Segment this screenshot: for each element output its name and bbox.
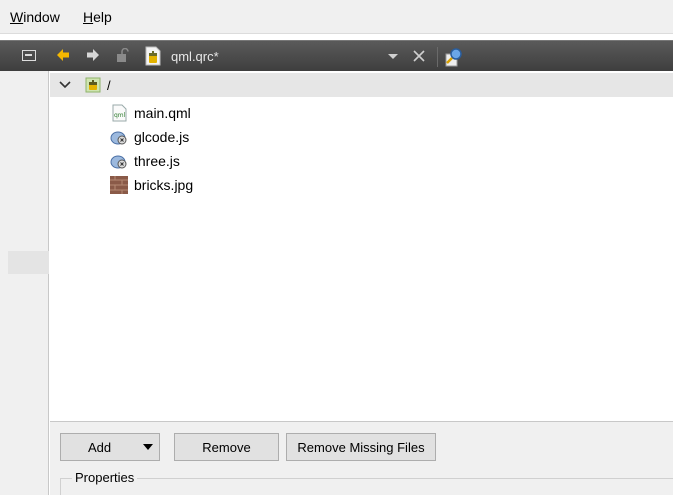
close-icon[interactable]: [410, 47, 428, 65]
tree-file-label: three.js: [134, 153, 180, 169]
menu-help-mnemonic: H: [83, 9, 94, 25]
tree-file-label: glcode.js: [134, 129, 190, 145]
menu-window-mnemonic: W: [10, 9, 24, 25]
tree-file-label: bricks.jpg: [134, 177, 194, 193]
remove-button[interactable]: Remove: [174, 433, 279, 461]
chevron-down-icon[interactable]: [57, 77, 73, 93]
properties-groupbox: [60, 478, 673, 495]
prefix-folder-icon: [85, 77, 101, 93]
js-file-icon: [110, 152, 128, 170]
forward-arrow-icon[interactable]: [86, 48, 100, 62]
properties-title: Properties: [72, 470, 138, 485]
resource-file-icon: [144, 46, 162, 66]
bottom-panel: Add Remove Remove Missing Files Properti…: [50, 421, 673, 495]
editor-toolbar: qml.qrc*: [0, 40, 673, 71]
add-button[interactable]: Add: [60, 433, 160, 461]
back-arrow-icon[interactable]: [56, 48, 70, 62]
remove-missing-files-button[interactable]: Remove Missing Files: [286, 433, 436, 461]
image-file-icon: [110, 176, 128, 194]
menu-window-label: indow: [23, 9, 60, 25]
document-title: qml.qrc*: [171, 49, 219, 64]
dropdown-arrow-icon[interactable]: [387, 51, 399, 61]
resource-tree: / qml main.qml glcode.js three.js bricks…: [50, 71, 673, 421]
svg-text:qml: qml: [114, 112, 126, 119]
menu-window[interactable]: Window: [10, 9, 60, 25]
qml-file-icon: qml: [110, 104, 128, 122]
locate-icon[interactable]: [443, 46, 465, 68]
menu-help[interactable]: Help: [83, 9, 112, 25]
unlock-icon[interactable]: [117, 48, 129, 62]
menu-bar: Window Help: [0, 0, 673, 34]
menu-help-label: elp: [93, 9, 112, 25]
gutter-highlight: [8, 251, 49, 274]
tree-root-row[interactable]: /: [50, 73, 673, 97]
tree-root-label: /: [107, 78, 111, 93]
toolbar-separator: [437, 47, 438, 67]
left-gutter: [0, 71, 49, 495]
split-view-icon[interactable]: [22, 50, 36, 61]
tree-file-label: main.qml: [134, 105, 191, 121]
dropdown-arrow-icon[interactable]: [143, 444, 153, 450]
add-button-label: Add: [88, 440, 112, 455]
js-file-icon: [110, 128, 128, 146]
